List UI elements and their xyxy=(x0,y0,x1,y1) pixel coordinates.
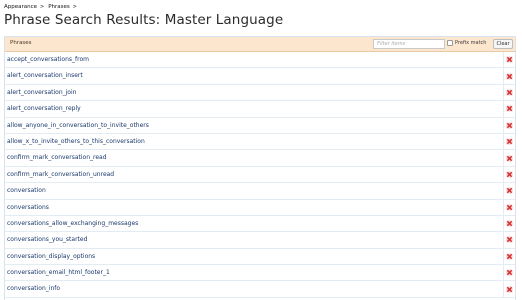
list-header: Phrases Prefix match Clear xyxy=(5,37,515,52)
phrase-link[interactable]: allow_x_to_invite_others_to_this_convers… xyxy=(7,138,145,145)
delete-cell[interactable] xyxy=(503,199,515,215)
prefix-match-checkbox[interactable] xyxy=(447,40,453,46)
phrase-link[interactable]: allow_anyone_in_conversation_to_invite_o… xyxy=(7,122,149,129)
delete-cell[interactable] xyxy=(503,281,515,297)
delete-cell[interactable] xyxy=(503,117,515,133)
delete-cell[interactable] xyxy=(503,248,515,265)
delete-icon[interactable] xyxy=(506,236,513,244)
delete-cell[interactable] xyxy=(503,215,515,232)
delete-cell[interactable] xyxy=(503,150,515,166)
breadcrumb-separator: > xyxy=(40,3,45,10)
list-item: conversation_display_options xyxy=(5,248,515,266)
phrase-link[interactable]: accept_conversations_from xyxy=(7,56,89,63)
phrase-link[interactable]: conversations_allow_exchanging_messages xyxy=(7,220,138,227)
list-item: confirm_mark_conversation_unread xyxy=(5,166,515,184)
page-title: Phrase Search Results: Master Language xyxy=(4,12,284,28)
breadcrumb: Appearance > Phrases > xyxy=(4,2,81,11)
delete-icon[interactable] xyxy=(506,171,513,178)
list-header-label: Phrases xyxy=(10,40,32,46)
delete-cell[interactable] xyxy=(503,101,515,117)
delete-cell[interactable] xyxy=(503,183,515,199)
filter-input[interactable] xyxy=(373,39,445,49)
list-item: alert_conversation_reply xyxy=(5,101,515,118)
phrase-list: accept_conversations_from alert_conversat… xyxy=(5,52,515,298)
delete-icon[interactable] xyxy=(506,138,513,145)
list-item: confirm_mark_conversation_read xyxy=(5,150,515,167)
list-item: allow_anyone_in_conversation_to_invite_o… xyxy=(5,117,515,134)
phrase-list-panel: Phrases Prefix match Clear accept_conver… xyxy=(4,36,516,300)
delete-cell[interactable] xyxy=(503,166,515,183)
phrase-link[interactable]: conversations xyxy=(7,204,49,211)
list-item: conversations_allow_exchanging_messages xyxy=(5,215,515,233)
phrase-link[interactable]: alert_conversation_insert xyxy=(7,72,83,79)
delete-cell[interactable] xyxy=(503,68,515,84)
list-item: conversations_you_started xyxy=(5,232,515,249)
delete-cell[interactable] xyxy=(503,52,515,68)
phrase-link[interactable]: conversation_email_html_footer_1 xyxy=(7,269,110,276)
list-item: allow_x_to_invite_others_to_this_convers… xyxy=(5,133,515,151)
list-item: accept_conversations_from xyxy=(5,52,515,69)
delete-icon[interactable] xyxy=(506,56,513,63)
phrase-link[interactable]: conversations_you_started xyxy=(7,236,87,243)
delete-icon[interactable] xyxy=(506,269,513,276)
breadcrumb-separator: > xyxy=(72,3,77,10)
phrase-link[interactable]: conversation xyxy=(7,187,46,194)
phrase-link[interactable]: alert_conversation_join xyxy=(7,89,76,96)
list-item: conversation_info xyxy=(5,281,515,298)
prefix-match-label: Prefix match xyxy=(455,40,487,46)
delete-icon[interactable] xyxy=(506,72,513,80)
delete-cell[interactable] xyxy=(503,84,515,101)
list-item: alert_conversation_insert xyxy=(5,68,515,85)
delete-cell[interactable] xyxy=(503,133,515,150)
delete-cell[interactable] xyxy=(503,265,515,281)
delete-cell[interactable] xyxy=(503,232,515,248)
clear-button[interactable]: Clear xyxy=(493,39,513,49)
delete-icon[interactable] xyxy=(506,286,513,293)
prefix-match-toggle[interactable]: Prefix match xyxy=(447,40,486,46)
phrase-link[interactable]: conversation_display_options xyxy=(7,253,95,260)
phrase-link[interactable]: confirm_mark_conversation_unread xyxy=(7,171,114,178)
list-item: alert_conversation_join xyxy=(5,84,515,102)
delete-icon[interactable] xyxy=(506,105,513,113)
delete-icon[interactable] xyxy=(506,154,513,162)
list-item: conversation_email_html_footer_1 xyxy=(5,265,515,282)
phrase-link[interactable]: conversation_info xyxy=(7,285,60,292)
delete-icon[interactable] xyxy=(506,89,513,96)
delete-icon[interactable] xyxy=(506,122,513,129)
phrase-link[interactable]: confirm_mark_conversation_read xyxy=(7,154,107,161)
delete-icon[interactable] xyxy=(506,204,513,211)
breadcrumb-item-appearance[interactable]: Appearance xyxy=(4,4,37,10)
list-item: conversations xyxy=(5,199,515,216)
list-item: conversation xyxy=(5,183,515,200)
delete-icon[interactable] xyxy=(506,220,513,227)
delete-icon[interactable] xyxy=(506,253,513,260)
delete-icon[interactable] xyxy=(506,187,513,194)
breadcrumb-item-phrases[interactable]: Phrases xyxy=(48,4,70,10)
phrase-link[interactable]: alert_conversation_reply xyxy=(7,105,81,112)
